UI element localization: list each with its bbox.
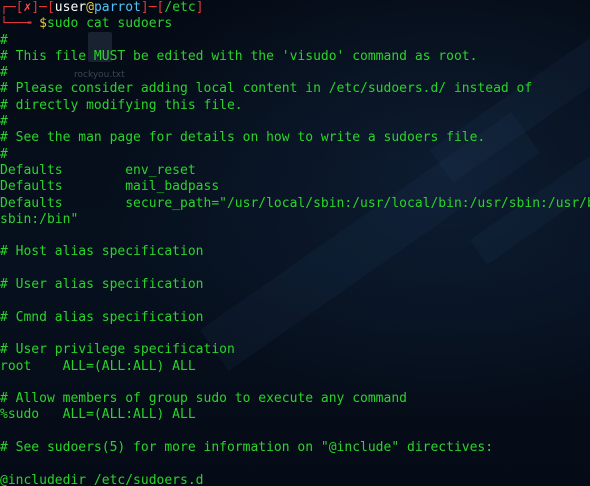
output-line: root ALL=(ALL:ALL) ALL <box>0 358 196 374</box>
output-line: Defaults secure_path="/usr/local/sbin:/u… <box>0 195 590 211</box>
output-line: # <box>0 65 8 81</box>
output-line: sbin:/bin" <box>0 211 79 227</box>
terminal-output: ┌─[✗]─[user@parrot]─[/etc] └──╼ $sudo ca… <box>0 0 590 486</box>
prompt-directory: /etc <box>164 0 196 15</box>
output-line: # User privilege specification <box>0 342 235 358</box>
command-line: └──╼ $sudo cat sudoers <box>0 16 590 32</box>
output-line: # User alias specification <box>0 277 204 293</box>
output-line: Defaults mail_badpass <box>0 179 220 195</box>
output-line: # See the man page for details on how to… <box>0 130 486 146</box>
prompt-frame: ]─[ <box>140 0 165 15</box>
output-line: # <box>0 114 8 130</box>
output-line: Defaults env_reset <box>0 162 196 178</box>
output-line: # Cmnd alias specification <box>0 309 204 325</box>
output-line: # <box>0 32 8 48</box>
prompt-arrow: └──╼ <box>0 16 40 32</box>
output-line: # Please consider adding local content i… <box>0 81 533 97</box>
command-text: sudo cat sudoers <box>46 16 173 32</box>
prompt-frame: ┌─[ <box>0 0 24 15</box>
output-line: # See sudoers(5) for more information on… <box>0 440 494 456</box>
prompt-host: parrot <box>93 0 141 15</box>
prompt-dollar: $ <box>39 16 47 32</box>
prompt-line: ┌─[✗]─[user@parrot]─[/etc] <box>0 0 590 16</box>
output-line: # directly modifying this file. <box>0 97 243 113</box>
output-line: # <box>0 146 8 162</box>
output-line: # This file MUST be edited with the 'vis… <box>0 48 478 64</box>
prompt-frame: ]─[ <box>31 0 55 15</box>
prompt-at: @ <box>86 0 94 15</box>
prompt-user: user <box>54 0 87 15</box>
output-line: # Host alias specification <box>0 244 204 260</box>
output-line: # Allow members of group sudo to execute… <box>0 391 407 407</box>
prompt-frame: ] <box>195 0 204 15</box>
terminal-window[interactable]: rockyou.txt ┌─[✗]─[user@parrot]─[/etc] └… <box>0 0 590 486</box>
output-line: %sudo ALL=(ALL:ALL) ALL <box>0 407 196 423</box>
output-line: @includedir /etc/sudoers.d <box>0 472 204 486</box>
